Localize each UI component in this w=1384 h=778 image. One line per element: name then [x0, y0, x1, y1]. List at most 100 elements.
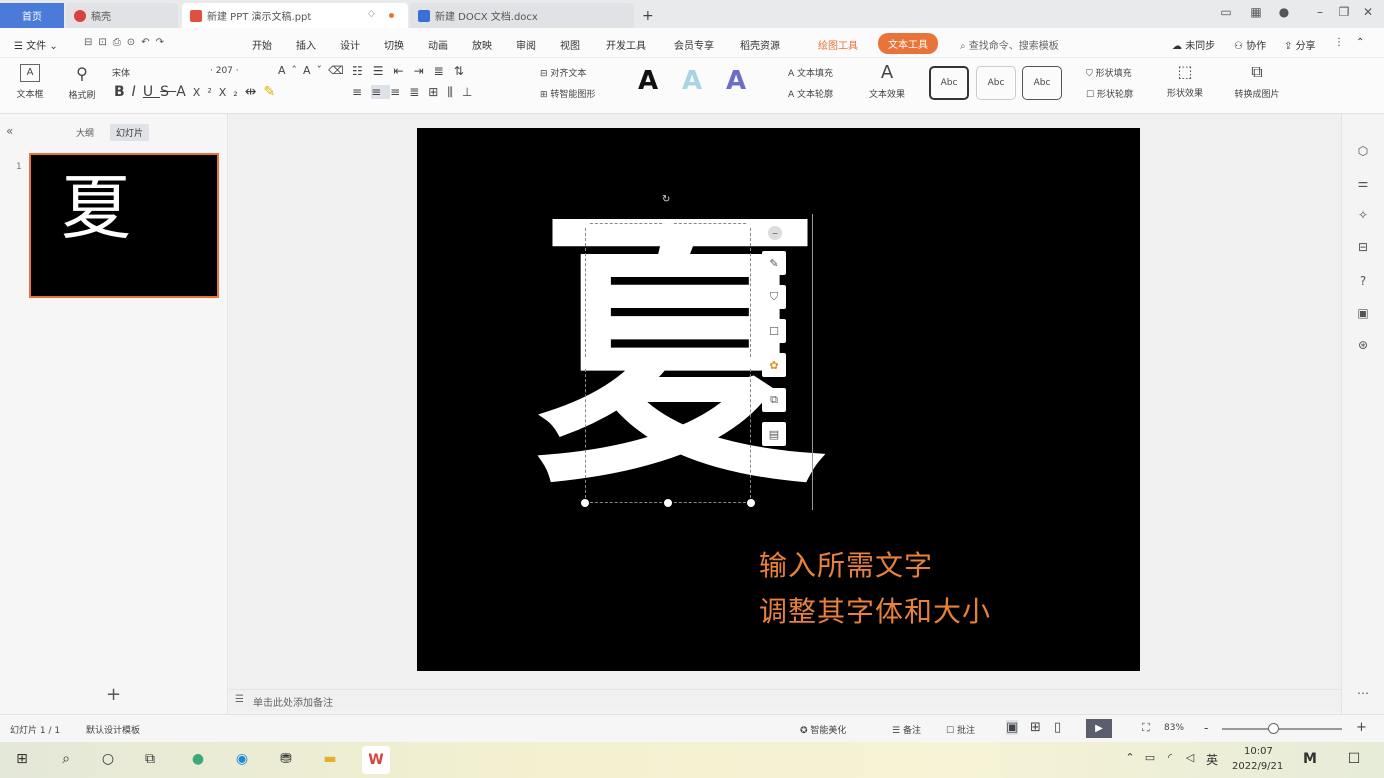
wordart-style-light-blue[interactable]: A — [682, 66, 702, 96]
text-fill-button[interactable]: A 文本填充 — [788, 66, 833, 79]
resize-handle-top[interactable] — [664, 219, 672, 227]
resize-handle-top-left[interactable] — [581, 219, 589, 227]
animation-icon[interactable]: ✧ — [1355, 208, 1371, 224]
sync-status[interactable]: ☁ 未同步 — [1172, 37, 1215, 52]
shape-fill-button[interactable]: ⛉ 形状填充 — [1086, 66, 1132, 79]
resize-handle-bottom[interactable] — [664, 499, 672, 507]
tab-member[interactable]: 会员专享 — [674, 37, 714, 52]
shape-style-2[interactable]: Abc — [976, 66, 1016, 100]
float-pen-icon[interactable]: ✎ — [762, 251, 786, 275]
float-fill-icon[interactable]: ⛉ — [762, 285, 786, 309]
notification-center-icon[interactable]: ☐ — [1344, 751, 1364, 771]
sorter-view-icon[interactable]: ⊞ — [1030, 720, 1041, 735]
zoom-level[interactable]: 83% — [1164, 723, 1184, 733]
bullet-list-icon[interactable]: ☷ — [352, 64, 373, 78]
object-select-icon[interactable]: ⬡ — [1355, 144, 1371, 160]
tab-text-tools[interactable]: 文本工具 — [878, 33, 938, 54]
wordart-style-purple[interactable]: A — [726, 66, 746, 96]
tab-design[interactable]: 设计 — [340, 37, 360, 52]
grid-apps-icon[interactable]: ▦ — [1246, 5, 1266, 19]
align-text-button[interactable]: ⊟ 对齐文本 — [540, 66, 586, 79]
align-left-icon[interactable]: ≡ — [352, 85, 371, 99]
shape-style-1[interactable]: Abc — [929, 66, 969, 100]
share-button[interactable]: ⇪ 分享 — [1284, 37, 1316, 52]
tab-review[interactable]: 审阅 — [516, 37, 536, 52]
bold-icon[interactable]: B — [114, 84, 132, 100]
help-icon[interactable]: ? — [1355, 274, 1371, 290]
input-language[interactable]: 英 — [1202, 751, 1222, 771]
text-outline-button[interactable]: A 文本轮廓 — [788, 87, 833, 100]
collab-button[interactable]: ⚇ 协作 — [1234, 37, 1266, 52]
gallery-icon[interactable]: ▣ — [1355, 306, 1371, 322]
collapse-panel-icon[interactable]: « — [6, 124, 13, 138]
tab-wps-docer[interactable]: 稿壳 — [66, 3, 178, 28]
add-slide-button[interactable]: + — [106, 684, 121, 705]
font-name-select[interactable]: 宋体 — [112, 66, 208, 79]
edge-browser-icon[interactable]: ◉ — [232, 751, 252, 771]
tab-docx-document[interactable]: 新建 DOCX 文档.docx — [410, 3, 634, 28]
minimize-button[interactable]: – — [1310, 5, 1330, 19]
grow-font-icon[interactable]: Aˆ — [278, 64, 303, 77]
file-explorer-icon[interactable]: ▬ — [320, 751, 340, 771]
tab-ppt-document[interactable]: 新建 PPT 演示文稿.ppt ◇ — [182, 3, 408, 28]
font-color-icon[interactable]: A — [176, 84, 193, 100]
command-search[interactable]: ⌕ 查找命令、搜索模板 — [960, 37, 1059, 52]
more-icon[interactable]: ⋯ — [1355, 686, 1371, 702]
export-icon[interactable]: ⊡ — [98, 37, 112, 48]
window-layout-icon[interactable]: ▭ — [1216, 5, 1236, 19]
align-right-icon[interactable]: ≡ — [390, 85, 409, 99]
convert-to-image-button[interactable]: ⧉ 转换成图片 — [1224, 62, 1290, 100]
shape-style-3[interactable]: Abc — [1022, 66, 1062, 100]
store-icon[interactable]: ⛃ — [276, 751, 296, 771]
font-size-select[interactable]: · 207 · — [210, 66, 270, 76]
tab-drawing-tools[interactable]: 绘图工具 — [818, 37, 858, 52]
file-menu[interactable]: ☰ 文件 ⌄ — [14, 37, 58, 52]
cortana-icon[interactable]: ○ — [98, 751, 118, 771]
windows-start-icon[interactable]: ⊞ — [12, 751, 32, 771]
more-menu-icon[interactable]: ⋮ — [1334, 37, 1344, 48]
task-view-icon[interactable]: ⧉ — [140, 751, 160, 771]
text-direction-icon[interactable]: ⇅ — [454, 64, 474, 78]
distribute-icon[interactable]: ⊞ — [428, 85, 447, 99]
subscript-icon[interactable]: X₂ — [219, 86, 245, 99]
float-transform-icon[interactable]: ⧉ — [762, 388, 786, 412]
tab-slideshow[interactable]: 放映 — [472, 37, 492, 52]
fit-window-icon[interactable]: ⛶ — [1142, 721, 1150, 735]
network-icon[interactable]: ◜ — [1160, 751, 1180, 771]
save-icon[interactable]: ⊟ — [84, 37, 98, 48]
smart-beautify-button[interactable]: ✪ 智能美化 — [800, 723, 846, 736]
resize-handle-top-right[interactable] — [747, 219, 755, 227]
notes-toggle-button[interactable]: ☰ 备注 — [892, 723, 921, 736]
slide-thumbnail[interactable]: 夏 — [29, 153, 219, 298]
backup-icon[interactable]: ⊟ — [1355, 240, 1371, 256]
tab-home[interactable]: 首页 — [0, 3, 64, 28]
textbox-button[interactable]: A 文本框 — [8, 64, 52, 100]
format-painter-button[interactable]: ⚲ 格式刷 — [60, 64, 104, 101]
tab-outline[interactable]: 大纲 — [76, 126, 94, 139]
wps-office-icon[interactable]: W — [362, 746, 390, 774]
account-avatar-icon[interactable]: ● — [1274, 5, 1294, 19]
tab-animation[interactable]: 动画 — [428, 37, 448, 52]
play-slideshow-button[interactable]: ▶ — [1086, 719, 1112, 738]
preview-icon[interactable]: ⊙ — [127, 37, 141, 48]
tab-developer[interactable]: 开发工具 — [606, 37, 646, 52]
redo-icon[interactable]: ↷ — [156, 37, 170, 48]
decrease-indent-icon[interactable]: ⇤ — [394, 64, 414, 78]
zoom-slider[interactable] — [1222, 723, 1342, 734]
clock-date[interactable]: 2022/9/21 — [1232, 761, 1283, 772]
volume-icon[interactable]: ◁ — [1180, 751, 1200, 771]
clear-format-icon[interactable]: ⌫ — [328, 64, 350, 77]
text-effect-button[interactable]: A 文本效果 — [862, 62, 912, 100]
tab-pin-icon[interactable]: ◇ — [368, 9, 375, 19]
line-spacing-icon[interactable]: ≣ — [434, 64, 454, 78]
strikethrough-icon[interactable]: S — [160, 84, 176, 100]
resize-handle-left[interactable] — [581, 359, 589, 367]
increase-indent-icon[interactable]: ⇥ — [414, 64, 434, 78]
new-tab-button[interactable]: + — [638, 3, 660, 28]
float-image-icon[interactable]: ▤ — [762, 422, 786, 446]
taskbar-search-icon[interactable]: ⌕ — [56, 751, 76, 771]
zoom-out-button[interactable]: - — [1204, 721, 1208, 735]
zoom-slider-thumb[interactable] — [1268, 723, 1279, 734]
superscript-icon[interactable]: X² — [193, 86, 219, 99]
convert-smartart-button[interactable]: ⊞ 转智能图形 — [540, 87, 595, 100]
